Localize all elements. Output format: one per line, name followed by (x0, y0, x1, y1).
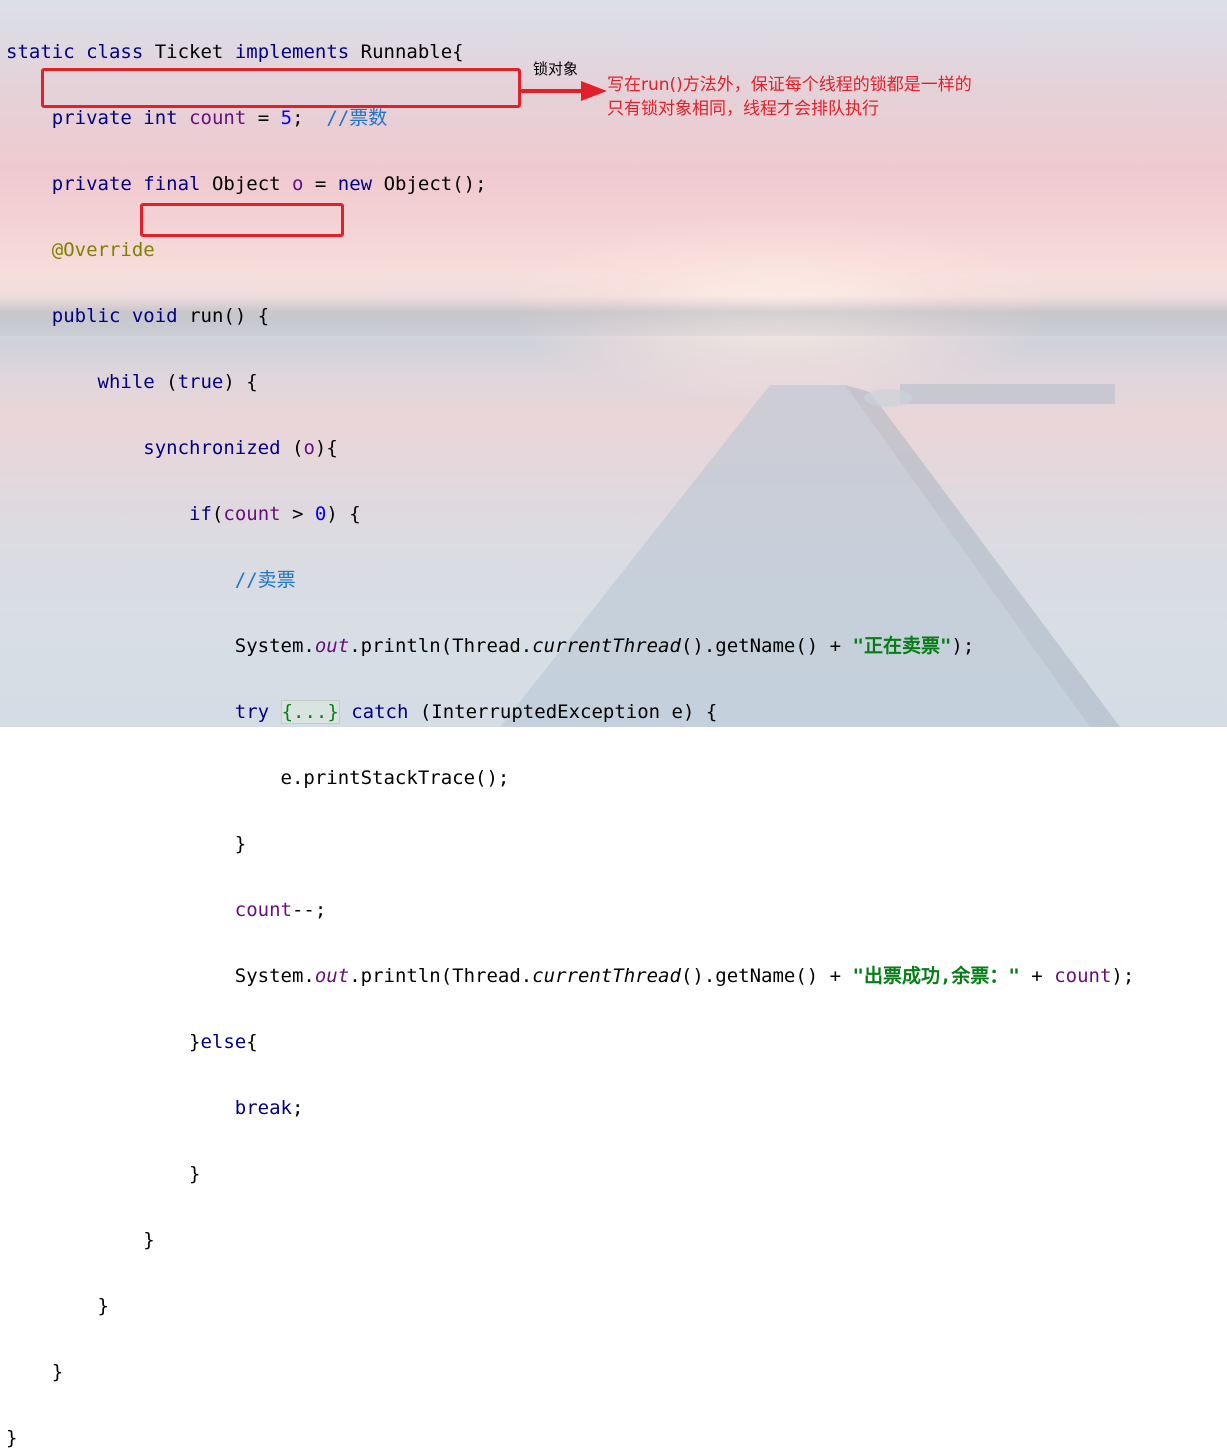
field-o: o (292, 173, 304, 195)
operator-assign: = (303, 173, 338, 195)
static-out: out (314, 965, 350, 987)
code-line-13: } (6, 828, 1134, 861)
paren-close: ) { (326, 503, 361, 525)
code-line-9: //卖票 (6, 564, 1134, 597)
paren-open: ( (211, 503, 224, 525)
system-ref: System. (234, 965, 315, 987)
annotation-note-line2: 只有锁对象相同，线程才会排队执行 (607, 99, 879, 119)
paren-open: ( (280, 437, 304, 459)
field-count: count (189, 107, 247, 129)
code-line-5: public void run() { (6, 300, 1134, 333)
constructor-call: Object(); (372, 173, 487, 195)
keyword-static: static (6, 41, 75, 63)
closing-brace: } (143, 1229, 155, 1251)
field-count: count (234, 899, 292, 921)
number-literal: 5 (280, 107, 293, 129)
code-line-11: try {...} catch (InterruptedException e)… (6, 696, 1134, 729)
keyword-catch: catch (351, 701, 409, 723)
method-run: run() { (177, 305, 270, 327)
string-literal: "出票成功,余票：" (852, 965, 1020, 987)
code-line-17: break; (6, 1092, 1134, 1125)
statement-end: ); (951, 635, 975, 657)
catch-clause: (InterruptedException e) { (408, 701, 718, 723)
code-line-22: } (6, 1422, 1134, 1454)
keyword-try: try (234, 701, 270, 723)
code-line-3: private final Object o = new Object(); (6, 168, 1134, 201)
closing-brace: } (6, 1427, 18, 1449)
getname-call: ().getName() + (680, 635, 853, 657)
paren-open: ( (154, 371, 178, 393)
keyword-private: private (51, 107, 132, 129)
type-object: Object (200, 173, 293, 195)
keyword-new: new (337, 173, 373, 195)
keyword-final: final (143, 173, 201, 195)
keyword-true: true (177, 371, 224, 393)
keyword-private: private (51, 173, 132, 195)
keyword-if: if (189, 503, 212, 525)
opening-brace: { (246, 1031, 258, 1053)
keyword-implements: implements (234, 41, 350, 63)
lock-object-label: 锁对象 (533, 60, 579, 78)
arrow-right-icon (521, 81, 607, 101)
field-count: count (1054, 965, 1112, 987)
static-out: out (314, 635, 350, 657)
closing-brace: } (97, 1295, 109, 1317)
annotation-override: @Override (51, 239, 155, 261)
paren-close: ){ (314, 437, 338, 459)
comment-tickets: //票数 (326, 107, 388, 129)
code-line-12: e.printStackTrace(); (6, 762, 1134, 795)
keyword-while: while (97, 371, 155, 393)
semicolon: ; (291, 1097, 304, 1119)
field-o: o (303, 437, 315, 459)
closing-brace: } (189, 1031, 201, 1053)
keyword-int: int (143, 107, 178, 129)
code-line-18: } (6, 1158, 1134, 1191)
paren-close: ) { (223, 371, 258, 393)
current-thread-call: currentThread (532, 965, 681, 987)
number-literal: 0 (314, 503, 327, 525)
keyword-class: class (86, 41, 144, 63)
folded-block[interactable]: {...} (280, 700, 340, 724)
keyword-public: public (51, 305, 121, 327)
statement-end: ); (1111, 965, 1135, 987)
code-line-7: synchronized (o){ (6, 432, 1134, 465)
operator-gt: > (280, 503, 315, 525)
code-line-19: } (6, 1224, 1134, 1257)
operator-plus: + (1019, 965, 1055, 987)
code-line-21: } (6, 1356, 1134, 1389)
field-count: count (223, 503, 281, 525)
closing-brace: } (234, 833, 247, 855)
operator-assign: = (246, 107, 281, 129)
print-stack-trace: e.printStackTrace(); (280, 767, 510, 789)
highlight-box-synchronized (140, 203, 344, 237)
class-name: Ticket (143, 41, 235, 63)
interface-name: Runnable{ (349, 41, 464, 63)
code-line-8: if(count > 0) { (6, 498, 1134, 531)
current-thread-call: currentThread (532, 635, 681, 657)
keyword-break: break (234, 1097, 292, 1119)
keyword-void: void (131, 305, 178, 327)
annotation-note-line1: 写在run()方法外，保证每个线程的锁都是一样的 (607, 75, 972, 95)
decrement: --; (291, 899, 327, 921)
println-call: .println(Thread. (349, 965, 533, 987)
closing-brace: } (51, 1361, 64, 1383)
code-line-10: System.out.println(Thread.currentThread(… (6, 630, 1134, 663)
code-line-14: count--; (6, 894, 1134, 927)
getname-call: ().getName() + (680, 965, 853, 987)
code-line-6: while (true) { (6, 366, 1134, 399)
println-call: .println(Thread. (349, 635, 533, 657)
closing-brace: } (189, 1163, 201, 1185)
code-line-16: }else{ (6, 1026, 1134, 1059)
semicolon: ; (292, 107, 327, 129)
code-line-4: @Override (6, 234, 1134, 267)
keyword-else: else (200, 1031, 247, 1053)
system-ref: System. (234, 635, 315, 657)
highlight-box-lock-field (41, 68, 521, 108)
string-literal: "正在卖票" (852, 635, 952, 657)
code-line-15: System.out.println(Thread.currentThread(… (6, 960, 1135, 993)
comment-sell: //卖票 (234, 569, 296, 591)
code-line-20: } (6, 1290, 1134, 1323)
keyword-synchronized: synchronized (143, 437, 281, 459)
